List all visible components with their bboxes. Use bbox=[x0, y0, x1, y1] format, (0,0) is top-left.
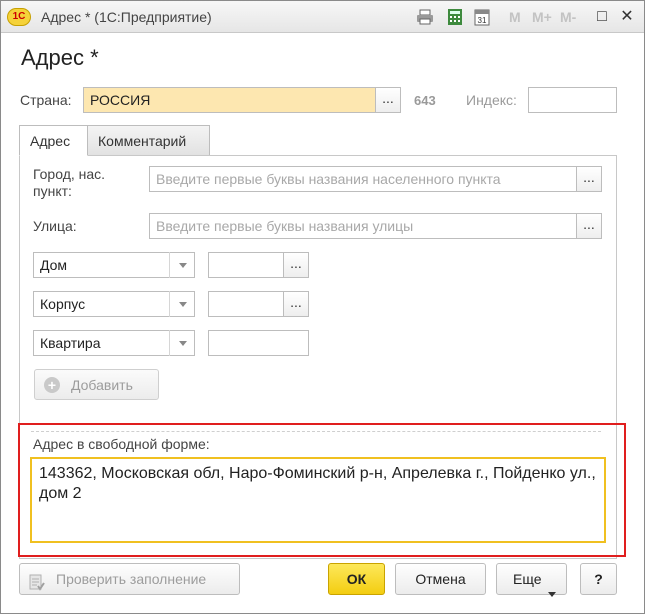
cancel-button[interactable]: Отмена bbox=[395, 563, 486, 595]
country-select-button[interactable]: ... bbox=[375, 87, 401, 113]
page-title: Адрес * bbox=[21, 45, 99, 70]
close-button[interactable]: ✕ bbox=[616, 7, 638, 27]
printer-icon[interactable] bbox=[415, 7, 435, 27]
street-select-button[interactable]: ... bbox=[576, 213, 602, 239]
chevron-down-icon[interactable] bbox=[169, 291, 195, 317]
city-label: Город, нас. пункт: bbox=[33, 166, 106, 199]
building-type-value: Корпус bbox=[40, 296, 86, 312]
add-button-label: Добавить bbox=[71, 377, 133, 393]
svg-text:31: 31 bbox=[478, 16, 487, 25]
more-button[interactable]: Еще bbox=[496, 563, 567, 597]
house-select-button[interactable]: ... bbox=[283, 252, 309, 278]
chevron-down-icon bbox=[548, 577, 556, 607]
maximize-button[interactable]: □ bbox=[591, 7, 613, 27]
add-button[interactable]: + Добавить bbox=[34, 369, 159, 400]
house-type-value: Дом bbox=[40, 257, 68, 273]
calendar-icon[interactable]: 31 bbox=[472, 7, 492, 27]
more-button-label: Еще bbox=[513, 571, 542, 587]
apartment-number-field[interactable] bbox=[208, 330, 309, 356]
free-form-label: Адрес в свободной форме: bbox=[33, 436, 210, 452]
street-input[interactable]: Введите первые буквы названия улицы bbox=[149, 213, 577, 239]
street-label: Улица: bbox=[33, 218, 77, 234]
city-select-button[interactable]: ... bbox=[576, 166, 602, 192]
app-logo-icon: 1С bbox=[7, 8, 31, 26]
house-number-field[interactable] bbox=[208, 252, 284, 278]
check-filling-button[interactable]: Проверить заполнение bbox=[19, 563, 240, 595]
plus-icon: + bbox=[44, 377, 60, 393]
apartment-type-value: Квартира bbox=[40, 335, 101, 351]
window-title: Адрес * (1С:Предприятие) bbox=[41, 9, 212, 25]
country-field[interactable]: РОССИЯ bbox=[83, 87, 376, 113]
free-form-address-field[interactable]: 143362, Московская обл, Наро-Фоминский р… bbox=[30, 457, 606, 543]
city-input[interactable]: Введите первые буквы названия населенног… bbox=[149, 166, 577, 192]
ok-button[interactable]: ОК bbox=[328, 563, 385, 595]
index-field[interactable] bbox=[528, 87, 617, 113]
tab-address[interactable]: Адрес bbox=[19, 125, 88, 156]
tab-comment[interactable]: Комментарий bbox=[87, 125, 210, 156]
check-document-icon bbox=[29, 571, 45, 601]
country-code: 643 bbox=[414, 93, 436, 108]
title-bar: 1С Адрес * (1С:Предприятие) 31 M M+ M- □… bbox=[1, 1, 644, 33]
memory-minus-button[interactable]: M- bbox=[560, 9, 576, 25]
index-label: Индекс: bbox=[466, 92, 517, 108]
building-number-field[interactable] bbox=[208, 291, 284, 317]
chevron-down-icon[interactable] bbox=[169, 330, 195, 356]
memory-button[interactable]: M bbox=[509, 9, 521, 25]
calculator-icon[interactable] bbox=[445, 7, 465, 27]
help-button[interactable]: ? bbox=[580, 563, 617, 595]
check-filling-label: Проверить заполнение bbox=[56, 571, 207, 587]
memory-plus-button[interactable]: M+ bbox=[532, 9, 552, 25]
country-label: Страна: bbox=[20, 92, 72, 108]
address-dialog: 1С Адрес * (1С:Предприятие) 31 M M+ M- □… bbox=[0, 0, 645, 614]
chevron-down-icon[interactable] bbox=[169, 252, 195, 278]
building-select-button[interactable]: ... bbox=[283, 291, 309, 317]
